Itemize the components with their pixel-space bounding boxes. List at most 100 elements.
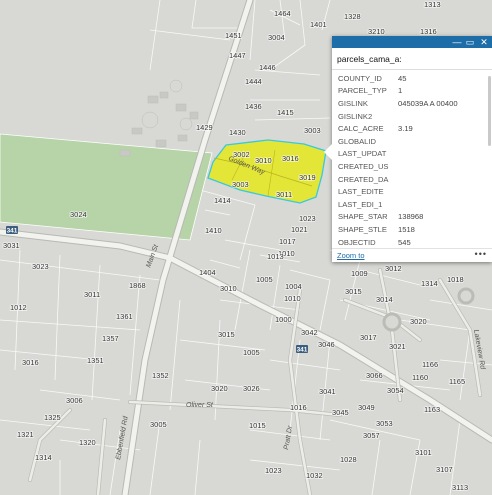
attribute-row: LAST_UPDAT: [332, 148, 492, 161]
attribute-row: OBJECTID 545: [332, 236, 492, 246]
attribute-value: 45: [398, 73, 407, 83]
parcel-label: 1320: [79, 438, 96, 447]
attribute-name: GLOBALID: [338, 136, 376, 146]
parcel-label: 3046: [318, 340, 335, 349]
attribute-row: LAST_EDI_1: [332, 198, 492, 211]
attribute-value: 1: [398, 86, 403, 96]
parcel-label: 1357: [102, 334, 119, 343]
parcel-label: 1313: [424, 0, 441, 9]
attribute-row: SHAPE_STLE 1518: [332, 223, 492, 236]
attribute-row: GISLINK2: [332, 110, 492, 123]
attribute-value: 3.19: [398, 124, 413, 134]
attribute-name: OBJECTID: [338, 237, 376, 246]
attribute-row: CALC_ACRE 3.19: [332, 122, 492, 135]
svg-text:341: 341: [7, 227, 18, 234]
parcel-label: 1004: [285, 282, 302, 291]
parcel-label: 1016: [290, 403, 307, 412]
attribute-name: LAST_EDI_1: [338, 199, 383, 209]
parcel-label: 3045: [332, 408, 349, 417]
parcel-label: 3054: [387, 386, 404, 395]
parcel-label: 3101: [415, 448, 432, 457]
parcel-label: 1446: [259, 63, 276, 72]
more-options-icon[interactable]: •••: [475, 249, 487, 259]
parcel-label: 1015: [249, 421, 266, 430]
attribute-row: SHAPE_STAR 138968: [332, 211, 492, 224]
attribute-name: CREATED_US: [338, 161, 389, 171]
parcel-label: 3210: [368, 27, 385, 36]
parcel-label: 3053: [376, 419, 393, 428]
parcel-label: 1028: [340, 455, 357, 464]
parcel-label: 1325: [44, 413, 61, 422]
attribute-value: 138968: [398, 212, 424, 222]
parcel-label: 1010: [284, 294, 301, 303]
attribute-value: 045039A A 00400: [398, 98, 458, 108]
attribute-name: GISLINK: [338, 98, 368, 108]
parcel-label: 1404: [199, 268, 216, 277]
attribute-name: CALC_ACRE: [338, 124, 384, 134]
popup-pointer: [324, 144, 332, 160]
attribute-name: SHAPE_STAR: [338, 212, 388, 222]
parcel-label: 1321: [17, 430, 34, 439]
parcel-label: 3002: [233, 150, 250, 159]
parcel-label: 3012: [385, 264, 402, 273]
dock-icon[interactable]: ▭: [465, 36, 475, 48]
parcel-label: 3107: [436, 465, 453, 474]
parcel-label: 1023: [265, 466, 282, 475]
parcel-label: 1430: [229, 128, 246, 137]
zoom-to-link[interactable]: Zoom to: [337, 251, 365, 260]
attribute-row: COUNTY_ID 45: [332, 72, 492, 85]
parcel-label: 1166: [422, 360, 438, 369]
parcel-label: 1401: [310, 20, 327, 29]
feature-popup: — ▭ ✕ parcels_cama_a: COUNTY_ID 45 PARCEL_…: [324, 36, 492, 262]
parcel-label: 3006: [66, 396, 83, 405]
parcel-label: 1021: [291, 225, 308, 234]
parcel-label: 1163: [424, 405, 440, 414]
popup-scrollbar[interactable]: [488, 76, 491, 146]
attribute-row: CREATED_DA: [332, 173, 492, 186]
svg-text:341: 341: [297, 346, 308, 353]
attribute-row: LAST_EDITE: [332, 185, 492, 198]
attribute-name: LAST_EDITE: [338, 187, 384, 197]
parcel-label: 1436: [245, 102, 262, 111]
parcel-label: 3014: [376, 295, 393, 304]
parcel-label: 1005: [256, 275, 273, 284]
parcel-label: 1328: [344, 12, 361, 21]
parcel-label: 1464: [274, 9, 291, 18]
parcel-label: 3031: [3, 241, 20, 250]
parcel-label: 3019: [299, 173, 316, 182]
parcel-label: 3015: [218, 330, 235, 339]
attribute-row: GLOBALID: [332, 135, 492, 148]
parcel-label: 1000: [275, 315, 292, 324]
parcel-label: 1429: [196, 123, 213, 132]
attribute-row: CREATED_US: [332, 160, 492, 173]
parcel-label: 3016: [22, 358, 39, 367]
parcel-label: 1352: [152, 371, 169, 380]
parcel-label: 1316: [420, 27, 437, 36]
minimize-icon[interactable]: —: [452, 36, 462, 48]
parcel-label: 3041: [319, 387, 336, 396]
popup-footer: Zoom to •••: [332, 248, 492, 262]
route-shield: 341: [6, 226, 18, 234]
parcel-label: 1314: [35, 453, 52, 462]
parcel-label: 1447: [229, 51, 246, 60]
parcel-label: 3015: [345, 287, 362, 296]
parcel-label: 1160: [412, 373, 428, 382]
parcel-label: 1005: [243, 348, 260, 357]
parcel-label: 1451: [225, 31, 242, 40]
attribute-row: GISLINK 045039A A 00400: [332, 97, 492, 110]
popup-attribute-list[interactable]: COUNTY_ID 45 PARCEL_TYP 1 GISLINK 045039A A 0…: [332, 72, 492, 246]
parcel-label: 3066: [366, 371, 383, 380]
popup-title: parcels_cama_a:: [332, 48, 492, 70]
parcel-label: 3024: [70, 210, 87, 219]
parcel-label: 3020: [410, 317, 427, 326]
parcel-label: 1868: [129, 281, 146, 290]
parcel-label: 3042: [301, 328, 318, 337]
parcel-label: 1444: [245, 77, 262, 86]
parcel-label: 3010: [220, 284, 237, 293]
attribute-name: SHAPE_STLE: [338, 224, 387, 234]
parcel-label: 1314: [421, 279, 438, 288]
parcel-label: 3020: [211, 384, 228, 393]
close-icon[interactable]: ✕: [479, 36, 489, 48]
parcel-label: 3026: [243, 384, 260, 393]
parcel-label: 3003: [232, 180, 249, 189]
